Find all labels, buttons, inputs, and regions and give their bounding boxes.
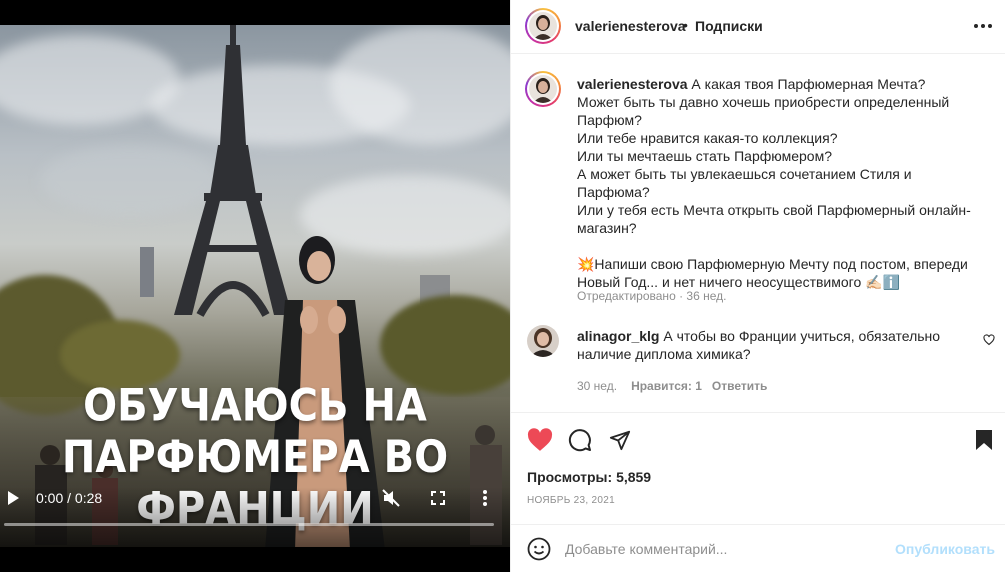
comment-body: alinagor_klg А чтобы во Франции учиться,… <box>577 327 957 363</box>
post-header: valerienesterova • Подписки <box>511 0 1005 54</box>
video-controls: 0:00 / 0:28 <box>0 480 510 516</box>
following-button[interactable]: Подписки <box>695 18 763 34</box>
fullscreen-icon <box>431 491 445 505</box>
add-comment-bar: Опубликовать <box>511 524 1005 572</box>
video-frame: ОБУЧАЮСЬ НА ПАРФЮМЕРА ВО ФРАНЦИИ <box>0 25 510 547</box>
video-time: 0:00 / 0:28 <box>36 490 103 506</box>
comment-icon <box>568 429 591 452</box>
comment-text: наличие диплома химика? <box>577 346 751 362</box>
bookmark-filled-icon <box>976 430 992 450</box>
heart-filled-icon <box>527 428 553 451</box>
smiley-icon <box>527 537 551 561</box>
post-actions: Просмотры: 5,859 НОЯБРЬ 23, 2021 <box>511 412 1005 532</box>
caption-line: А может быть ты увлекаешься сочетанием С… <box>577 166 912 200</box>
caption-cta-line: 💥Напиши свою Парфюмерную Мечту под посто… <box>577 256 968 272</box>
publish-button[interactable]: Опубликовать <box>895 541 995 557</box>
comment-meta: 30 нед. Нравится: 1 Ответить <box>577 379 767 393</box>
more-horizontal-icon <box>974 24 992 28</box>
post-date: НОЯБРЬ 23, 2021 <box>527 495 616 506</box>
comment-time: 30 нед. <box>577 379 618 393</box>
like-button[interactable] <box>527 427 553 453</box>
author-avatar[interactable] <box>525 8 561 44</box>
caption-line: Или ты мечтаешь стать Парфюмером? <box>577 148 833 164</box>
video-more-button[interactable] <box>478 480 492 516</box>
caption-line: Может быть ты давно хочешь приобрести оп… <box>577 94 950 110</box>
commenter-username[interactable]: alinagor_klg <box>577 328 659 344</box>
caption-author-avatar[interactable] <box>525 71 561 107</box>
paper-plane-icon <box>609 430 631 451</box>
post-caption: valerienesterova А какая твоя Парфюмерна… <box>577 75 987 291</box>
comments-section: valerienesterova А какая твоя Парфюмерна… <box>511 55 1005 411</box>
video-overlay-line-1: ОБУЧАЮСЬ НА <box>83 380 427 432</box>
post-options-button[interactable] <box>971 14 995 38</box>
save-button[interactable] <box>971 427 997 453</box>
play-icon <box>8 491 19 505</box>
caption-meta: Отредактировано · 36 нед. <box>577 289 727 303</box>
caption-username[interactable]: valerienesterova <box>577 76 688 92</box>
caption-line: А какая твоя Парфюмерная Мечта? <box>691 76 926 92</box>
instagram-post-view: ОБУЧАЮСЬ НА ПАРФЮМЕРА ВО ФРАНЦИИ 0:00 / … <box>0 0 1005 572</box>
views-count[interactable]: Просмотры: 5,859 <box>527 469 651 485</box>
author-username[interactable]: valerienesterova <box>575 18 686 34</box>
video-progress-bar[interactable] <box>4 523 494 526</box>
caption-line: Или тебе нравится какая-то коллекция? <box>577 130 838 146</box>
video-player[interactable]: ОБУЧАЮСЬ НА ПАРФЮМЕРА ВО ФРАНЦИИ 0:00 / … <box>0 0 510 572</box>
emoji-button[interactable] <box>527 537 551 561</box>
heart-outline-icon <box>983 334 995 346</box>
caption-line: Парфюм? <box>577 112 642 128</box>
mute-icon <box>382 489 400 507</box>
more-vertical-icon <box>483 490 487 506</box>
post-sidebar: valerienesterova • Подписки valerieneste… <box>510 0 1005 572</box>
fullscreen-button[interactable] <box>428 480 448 516</box>
comment-text: А чтобы во Франции учиться, обязательно <box>663 328 941 344</box>
comment-like-button[interactable] <box>983 333 997 347</box>
play-button[interactable] <box>4 480 22 516</box>
commenter-avatar[interactable] <box>527 325 559 357</box>
comment-input[interactable] <box>565 533 885 565</box>
comment-button[interactable] <box>567 427 593 453</box>
views-label: Просмотры: <box>527 469 613 485</box>
mute-button[interactable] <box>380 480 402 516</box>
caption-line: Или у тебя есть Мечта открыть свой Парфю… <box>577 202 971 218</box>
caption-line: магазин? <box>577 220 637 236</box>
comment-likes[interactable]: Нравится: 1 <box>631 379 702 393</box>
views-value: 5,859 <box>616 469 652 485</box>
share-button[interactable] <box>607 427 633 453</box>
separator-dot: • <box>683 17 688 33</box>
reply-button[interactable]: Ответить <box>712 379 767 393</box>
